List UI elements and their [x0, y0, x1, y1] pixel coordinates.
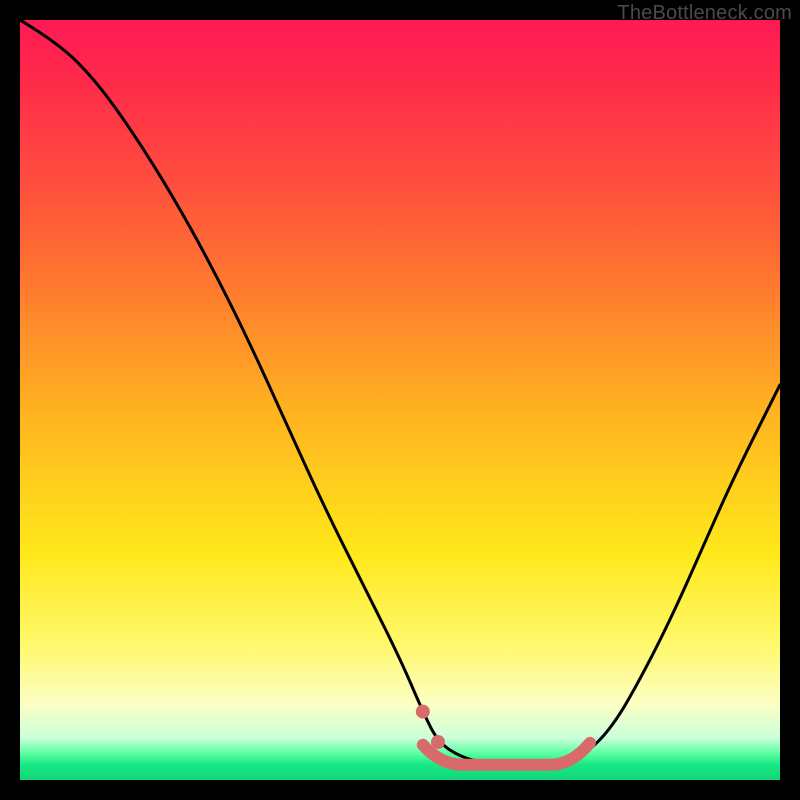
curve-layer: [20, 20, 780, 780]
chart-stage: TheBottleneck.com: [0, 0, 800, 800]
curve-path: [20, 20, 780, 765]
plot-area: [20, 20, 780, 780]
highlight-dot: [431, 735, 445, 749]
ideal-range-highlight: [416, 705, 590, 765]
ideal-range-path: [423, 743, 590, 765]
highlight-dot: [416, 705, 430, 719]
bottleneck-curve: [20, 20, 780, 765]
